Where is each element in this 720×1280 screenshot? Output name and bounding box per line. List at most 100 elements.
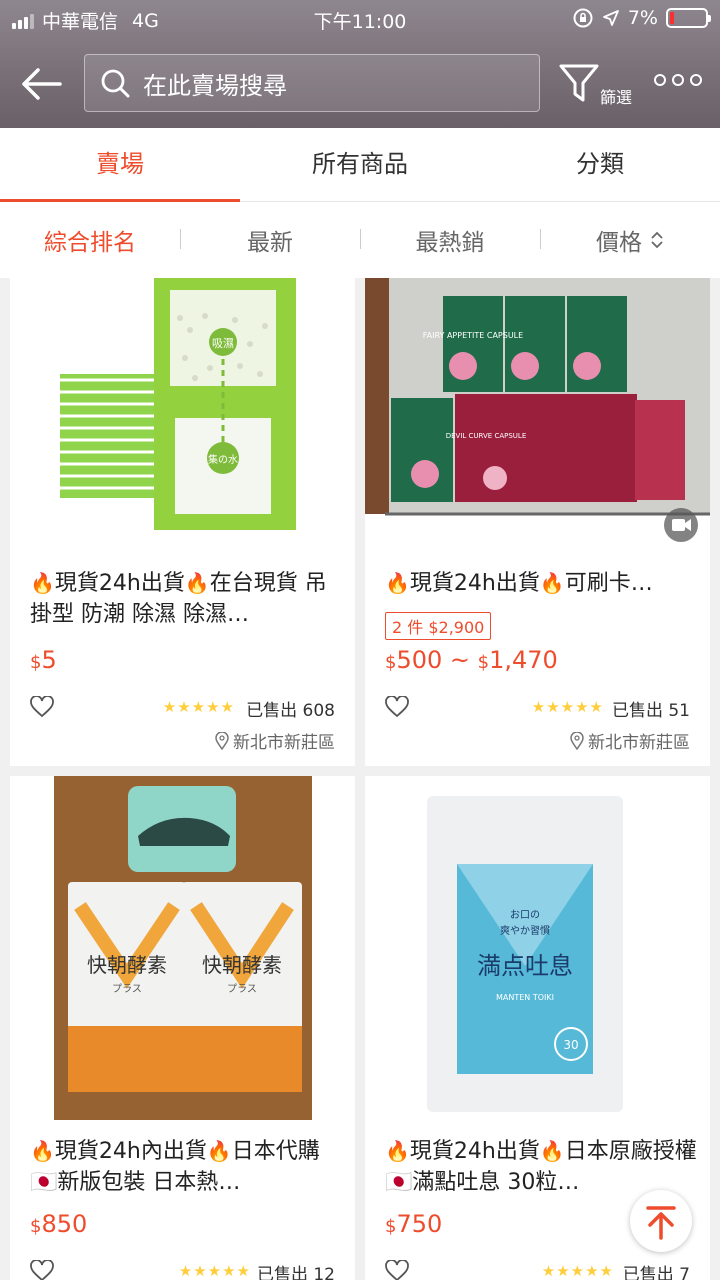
product-title-part1: 現貨24h出貨 [54,571,185,596]
product-title-part1: 現貨24h出貨 [409,1139,540,1164]
heart-icon[interactable] [30,696,54,718]
image-label-roman: MANTEN TOIKI [496,993,554,1002]
sort-top-sales[interactable]: 最熱銷 [360,223,540,257]
product-price: $850 [30,1210,87,1238]
image-label-small: 爽やか習慣 [500,924,550,937]
location-text: 新北市新莊區 [233,733,335,753]
fire-emoji: 🔥 [385,1139,410,1163]
rating-stars: ★★★★★ [178,1262,251,1280]
product-price: $5 [30,646,57,674]
product-title: 🔥現貨24h內出貨🔥日本代購🇯🇵新版包裝 日本熱… [30,1136,342,1198]
shop-tabs: 賣場 所有商品 分類 [0,128,720,202]
product-image: FAIRY APPETITE CAPSULE DEVIL CURVE CAPSU… [365,278,710,548]
currency-symbol: $ [30,1216,42,1237]
image-label-water: 集の水 [208,453,238,466]
image-label-count: 30 [563,1038,578,1052]
search-icon [101,69,130,98]
fire-emoji: 🔥 [30,571,55,595]
product-image: お口の 爽やか習慣 満点吐息 MANTEN TOIKI 30 [365,776,710,1120]
product-card[interactable]: FAIRY APPETITE CAPSULE DEVIL CURVE CAPSU… [365,278,710,766]
product-title-part1: 現貨24h出貨 [409,571,540,596]
price-min: 500 [396,646,443,674]
sort-relevance[interactable]: 綜合排名 [0,223,180,257]
fire-emoji: 🔥 [184,571,210,595]
product-image: 吸濕 集の水 [10,278,355,548]
location-text: 新北市新莊區 [588,733,690,753]
product-location: 新北市新莊區 [570,728,690,753]
tab-shop[interactable]: 賣場 [0,128,240,202]
image-label-absorb: 吸濕 [212,337,234,350]
product-card[interactable]: 吸濕 集の水 🔥現貨24h出貨🔥在台現貨 吊掛型 防潮 除濕 除濕… $5 ★★… [10,278,355,766]
fire-emoji: 🔥 [30,1139,55,1163]
rating-stars: ★★★★★ [162,698,235,716]
product-location: 新北市新莊區 [215,728,335,753]
currency-symbol: $ [30,652,42,673]
filter-label: 篩選 [600,88,633,107]
product-card[interactable]: 快朝酵素 快朝酵素 プラス プラス 🔥現貨24h內出貨🔥日本代購🇯🇵新版包裝 日… [10,776,355,1280]
filter-funnel-icon [559,64,599,102]
heart-icon[interactable] [385,1260,409,1280]
top-header: 中華電信 4G 下午11:00 7% 在此賣場搜尋 篩選 [0,0,720,128]
image-label-enzyme: 快朝酵素 [202,953,282,977]
image-label-enzyme: 快朝酵素 [87,953,167,977]
fire-emoji: 🔥 [385,571,410,595]
product-title: 🔥現貨24h出貨🔥日本原廠授權🇯🇵滿點吐息 30粒… [385,1136,697,1198]
status-bar: 中華電信 4G 下午11:00 7% [0,0,720,38]
tab-all-products[interactable]: 所有商品 [240,128,480,201]
sort-price-label: 價格 [596,230,642,256]
image-label-devil: DEVIL CURVE CAPSULE [446,432,527,440]
battery-percent: 7% [627,7,658,29]
more-options-icon[interactable] [654,74,702,86]
currency-symbol: $ [385,652,397,673]
heart-icon[interactable] [30,1260,54,1280]
tab-categories[interactable]: 分類 [480,128,720,201]
sold-count: 已售出 7 [622,1265,690,1280]
fire-emoji: 🔥 [206,1139,232,1163]
price-value: 5 [41,646,57,674]
orientation-lock-icon [573,8,593,28]
heart-icon[interactable] [385,696,409,718]
scroll-to-top-button[interactable] [630,1190,692,1252]
search-input[interactable]: 在此賣場搜尋 [84,54,540,112]
product-title-part2: 可刷卡… [564,571,653,596]
fire-emoji: 🔥 [539,571,565,595]
price-value: 750 [396,1210,443,1238]
search-placeholder: 在此賣場搜尋 [143,71,287,100]
image-label-fairy: FAIRY APPETITE CAPSULE [423,331,523,340]
product-grid: 吸濕 集の水 🔥現貨24h出貨🔥在台現貨 吊掛型 防潮 除濕 除濕… $5 ★★… [0,278,720,1280]
product-title: 🔥現貨24h出貨🔥可刷卡… [385,568,697,599]
image-label-plus: プラス [227,983,257,995]
price-max: 1,470 [489,646,558,674]
sort-latest[interactable]: 最新 [180,223,360,257]
sort-bar: 綜合排名 最新 最熱銷 價格 [0,202,720,278]
currency-symbol: $ [385,1216,397,1237]
rating-stars: ★★★★★ [531,698,604,716]
sort-latest-label: 最新 [247,230,293,256]
currency-symbol: $ [477,652,490,673]
rating-stars: ★★★★★ [541,1262,614,1280]
location-arrow-icon [602,10,619,26]
image-label-small: お口の [510,909,540,921]
sort-updown-icon [651,231,663,249]
sort-price[interactable]: 價格 [540,223,720,257]
arrow-up-icon [646,1206,676,1240]
battery-icon [666,8,711,28]
product-price: $750 [385,1210,442,1238]
video-icon [664,508,698,542]
back-arrow-icon[interactable] [18,62,64,106]
sort-relevance-label: 綜合排名 [44,230,136,256]
image-label-brand: 満点吐息 [477,952,573,980]
product-title-part1: 現貨24h內出貨 [54,1139,207,1164]
location-pin-icon [570,731,584,750]
sort-top-sales-label: 最熱銷 [415,230,485,256]
fire-emoji: 🔥 [539,1139,565,1163]
sold-count: 已售出 12 [256,1265,335,1280]
image-label-plus: プラス [112,983,142,995]
filter-button[interactable]: 篩選 [558,62,638,107]
product-title: 🔥現貨24h出貨🔥在台現貨 吊掛型 防潮 除濕 除濕… [30,568,342,630]
product-image: 快朝酵素 快朝酵素 プラス プラス [10,776,355,1120]
sold-count: 已售出 608 [246,701,335,721]
product-price: $500 ~ $1,470 [385,646,558,674]
bundle-deal-badge: 2 件 $2,900 [385,612,492,640]
location-pin-icon [215,731,229,750]
